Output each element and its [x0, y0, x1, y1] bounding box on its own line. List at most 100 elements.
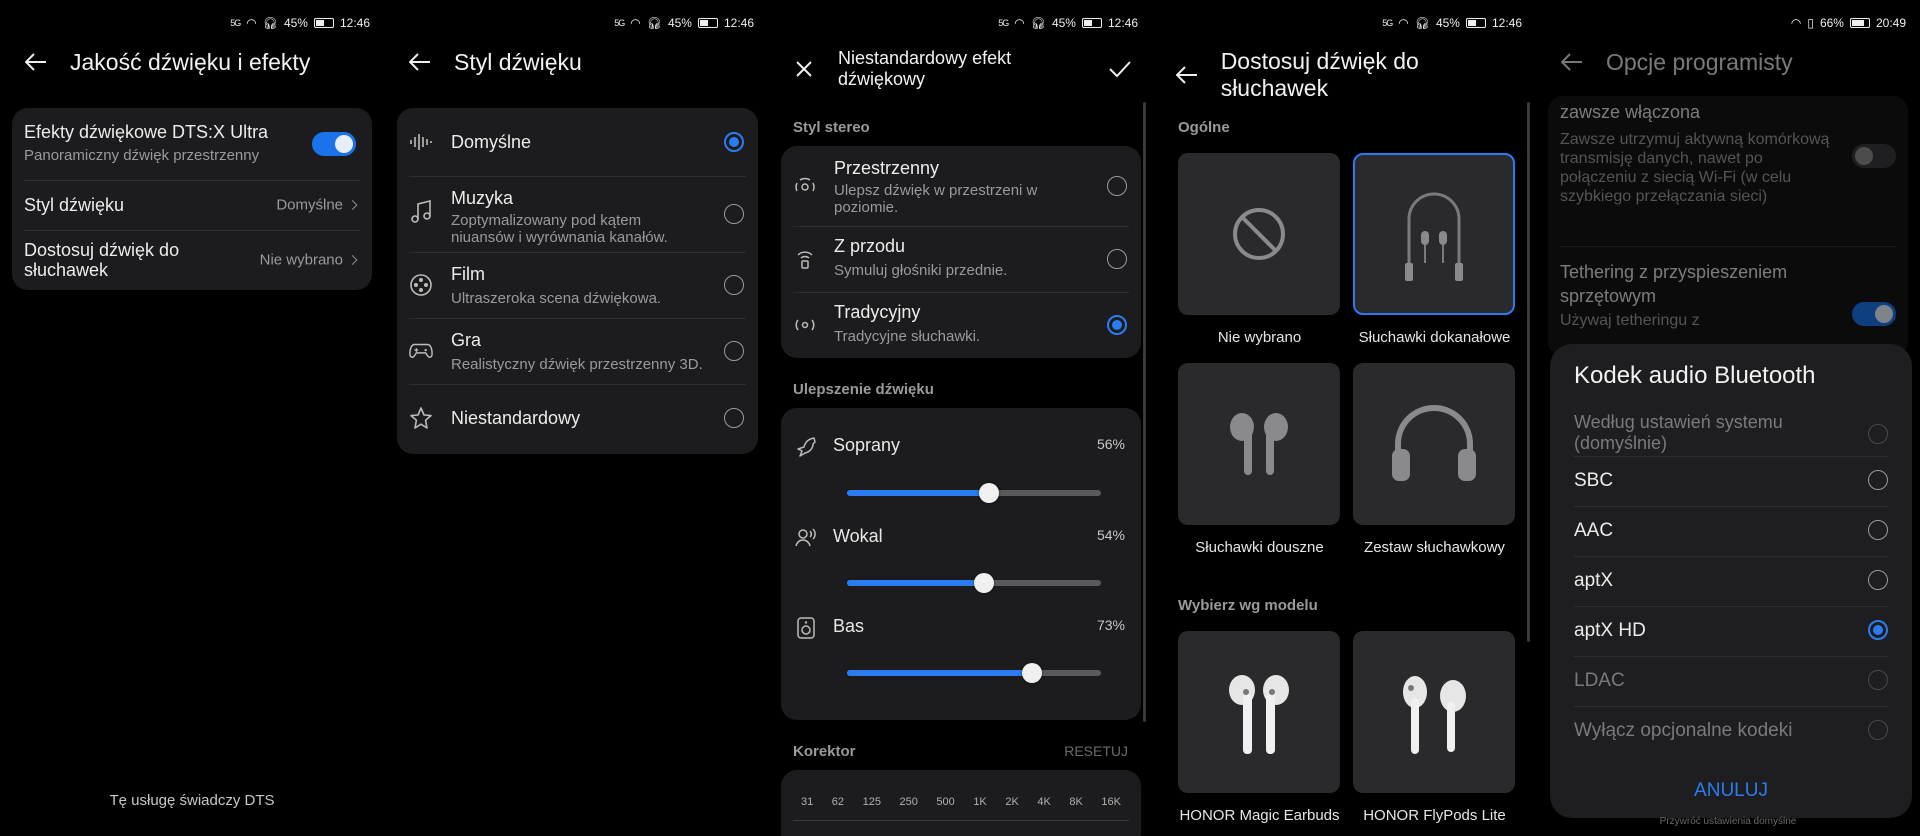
codec-option-disable-optional[interactable]: Wyłącz opcjonalne kodeki	[1574, 720, 1888, 750]
headphones-status-icon: 🎧︎	[1030, 16, 1046, 30]
back-arrow-icon[interactable]	[1174, 61, 1201, 89]
screen-headphone-tuning: 5G ◠ 🎧︎ 45% 12:46 Dostosuj dźwięk do słu…	[1152, 0, 1536, 836]
codec-option-sbc[interactable]: SBC	[1574, 470, 1888, 500]
signal-icon: 5G	[230, 18, 241, 28]
stereo-radio[interactable]	[1107, 315, 1127, 335]
tile-in-ear[interactable]	[1353, 153, 1515, 315]
slider-thumb[interactable]	[974, 573, 995, 593]
sound-style-row[interactable]: Styl dźwięku Domyślne	[12, 180, 372, 230]
mobile-data-toggle[interactable]	[1852, 144, 1896, 168]
style-item-label: Domyślne	[451, 132, 532, 152]
codec-option-system[interactable]: Według ustawień systemu (domyślnie)	[1574, 412, 1888, 460]
close-icon[interactable]	[790, 55, 818, 83]
style-item-label: Film	[451, 264, 485, 284]
speaker-icon	[793, 615, 819, 641]
style-item-music[interactable]: Muzyka Zoptymalizowany pod kątem niuansó…	[397, 176, 758, 252]
restore-defaults-link[interactable]: Przywróć ustawienia domyślne	[1536, 816, 1920, 827]
chevron-right-icon	[347, 255, 358, 265]
eq-band-label: 31	[801, 796, 814, 808]
style-radio[interactable]	[724, 204, 744, 224]
dts-label: Efekty dźwiękowe DTS:X Ultra	[24, 122, 269, 142]
model-magic-earbuds[interactable]	[1178, 631, 1340, 793]
style-item-sub: Realistyczny dźwięk przestrzenny 3D.	[451, 356, 703, 373]
back-arrow-icon[interactable]	[22, 48, 50, 76]
section-equalizer: Korektor	[793, 743, 856, 760]
treble-slider[interactable]	[847, 483, 1101, 503]
style-radio[interactable]	[724, 132, 744, 152]
tile-label: Nie wybrano	[1217, 329, 1302, 346]
stereo-radio[interactable]	[1107, 249, 1127, 269]
checkmark-icon[interactable]	[1106, 55, 1134, 83]
back-arrow-icon[interactable]	[1558, 48, 1586, 76]
codec-option-aac[interactable]: AAC	[1574, 520, 1888, 550]
bass-slider[interactable]	[847, 663, 1101, 683]
headphones-label: Dostosuj dźwięk do słuchawek	[24, 240, 180, 280]
screen-sound-style: 5G ◠ 🎧︎ 45% 12:46 Styl dźwięku Domyślne …	[384, 0, 768, 836]
eq-reset-button[interactable]: RESETUJ	[1064, 743, 1128, 759]
battery-percent: 45%	[667, 16, 692, 30]
codec-radio[interactable]	[1868, 720, 1888, 740]
codec-option-aptx[interactable]: aptX	[1574, 570, 1888, 600]
battery-percent: 45%	[283, 16, 308, 30]
style-item-game[interactable]: Gra Realistyczny dźwięk przestrzenny 3D.	[397, 318, 758, 384]
style-radio[interactable]	[724, 408, 744, 428]
tethering-toggle[interactable]	[1852, 302, 1896, 326]
slider-label: Wokal	[833, 526, 883, 546]
codec-radio[interactable]	[1868, 520, 1888, 540]
style-item-sub: Ultraszeroka scena dźwiękowa.	[451, 290, 662, 307]
codec-radio[interactable]	[1868, 470, 1888, 490]
scrollbar[interactable]	[1143, 102, 1146, 722]
style-item-custom[interactable]: Niestandardowy	[397, 384, 758, 454]
screen-custom-effect: 5G ◠ 🎧︎ 45% 12:46 Niestandardowy efekt d…	[768, 0, 1152, 836]
eq-baseline	[793, 820, 1129, 821]
stereo-item-front[interactable]: Z przodu Symuluj głośniki przednie.	[781, 226, 1141, 292]
codec-label: aptX HD	[1574, 620, 1646, 641]
slider-thumb[interactable]	[1022, 663, 1043, 683]
header: Jakość dźwięku i efekty	[22, 48, 366, 76]
codec-radio[interactable]	[1868, 620, 1888, 640]
tile-earbuds[interactable]	[1178, 363, 1340, 525]
status-bar: 5G ◠ 🎧︎ 45% 12:46	[998, 16, 1138, 30]
slider-thumb[interactable]	[979, 483, 1000, 503]
tile-headset[interactable]	[1353, 363, 1515, 525]
codec-option-ldac[interactable]: LDAC	[1574, 670, 1888, 700]
dts-row[interactable]: Efekty dźwiękowe DTS:X Ultra Panoramiczn…	[12, 108, 372, 180]
tile-label: Zestaw słuchawkowy	[1364, 539, 1505, 556]
model-flypods-lite[interactable]	[1353, 631, 1515, 793]
cancel-button[interactable]: ANULUJ	[1550, 780, 1912, 802]
style-radio[interactable]	[724, 341, 744, 361]
dts-toggle[interactable]	[312, 132, 356, 156]
codec-option-aptx-hd[interactable]: aptX HD	[1574, 620, 1888, 650]
eq-band-label: 125	[862, 796, 881, 808]
slider-value: 54%	[1096, 527, 1125, 543]
screen-sound-quality: 5G ◠ 🎧︎ 45% 12:46 Jakość dźwięku i efekt…	[0, 0, 384, 836]
codec-radio[interactable]	[1868, 424, 1888, 444]
codec-radio[interactable]	[1868, 670, 1888, 690]
slider-fill	[847, 670, 1033, 676]
stereo-radio[interactable]	[1107, 176, 1127, 196]
tile-none[interactable]	[1178, 153, 1340, 315]
slider-value: 56%	[1096, 436, 1125, 452]
status-bar: 5G ◠ 🎧︎ 45% 12:46	[1382, 16, 1522, 30]
style-item-label: Niestandardowy	[451, 408, 581, 428]
slider-label: Soprany	[833, 435, 901, 455]
section-stereo: Styl stereo	[793, 119, 870, 136]
headphones-status-icon: 🎧︎	[262, 16, 278, 30]
stereo-item-traditional[interactable]: Tradycyjny Tradycyjne słuchawki.	[781, 292, 1141, 358]
front-speaker-icon	[793, 247, 817, 271]
dialog-title: Kodek audio Bluetooth	[1574, 362, 1816, 389]
scrollbar[interactable]	[1527, 102, 1530, 642]
back-arrow-icon[interactable]	[406, 48, 434, 76]
style-radio[interactable]	[724, 275, 744, 295]
vocal-slider[interactable]	[847, 573, 1101, 593]
slider-fill	[847, 580, 985, 586]
style-item-default[interactable]: Domyślne	[397, 108, 758, 176]
page-title: Opcje programisty	[1606, 48, 1793, 75]
headphones-row[interactable]: Dostosuj dźwięk do słuchawek Nie wybrano	[12, 230, 372, 290]
codec-radio[interactable]	[1868, 570, 1888, 590]
stereo-item-spatial[interactable]: Przestrzenny Ulepsz dźwięk w przestrzeni…	[781, 146, 1141, 226]
signal-icon: 5G	[998, 18, 1009, 28]
clock: 12:46	[339, 16, 370, 30]
bg-item2-title: Tethering z przyspieszeniem sprzętowym	[1560, 262, 1788, 306]
style-item-film[interactable]: Film Ultraszeroka scena dźwiękowa.	[397, 252, 758, 318]
